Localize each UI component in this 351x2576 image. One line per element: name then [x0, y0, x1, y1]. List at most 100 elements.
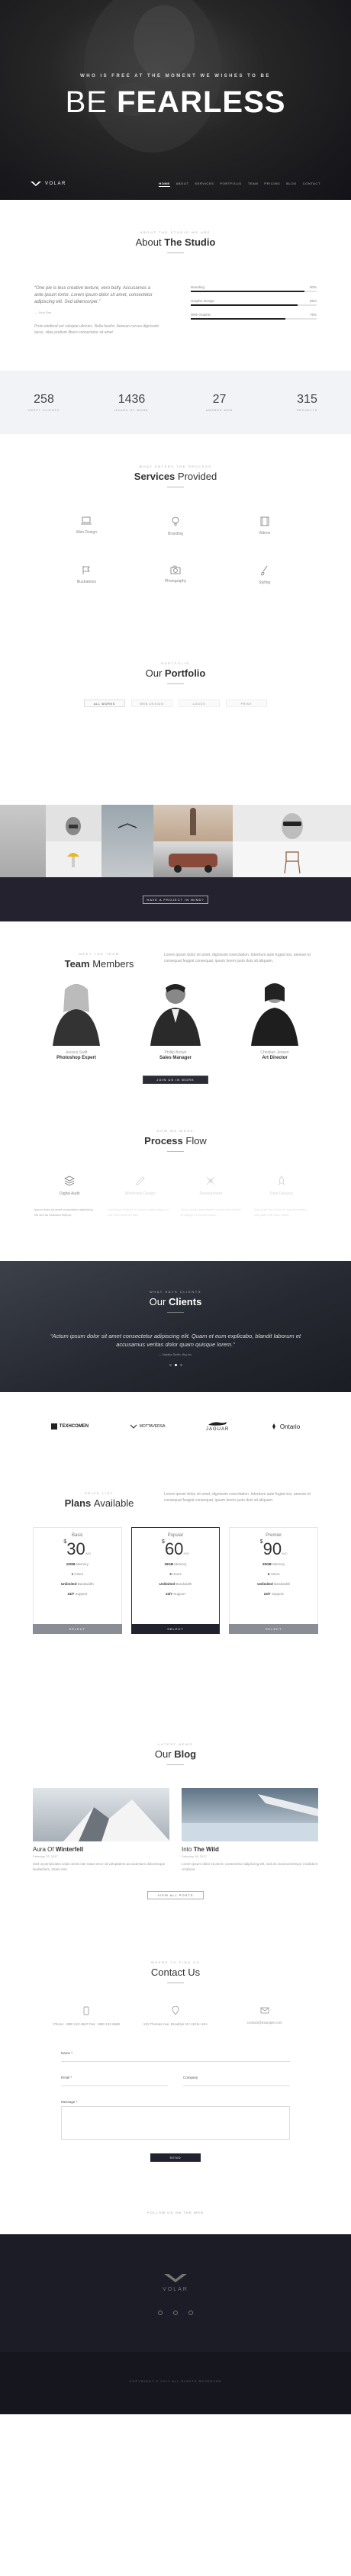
process-title: Process Flow	[144, 1135, 207, 1146]
nav-item-blog[interactable]: BLOG	[286, 182, 297, 187]
filter-print[interactable]: PRINT	[226, 699, 267, 707]
project-cta-button[interactable]: HAVE A PROJECT IN MIND?	[143, 896, 208, 904]
send-button[interactable]: SEND	[150, 2153, 201, 2162]
pagination-dot[interactable]	[169, 1364, 172, 1366]
testimonial-pagination	[0, 1364, 351, 1366]
skill-bar: Branding 90%	[191, 285, 317, 292]
portfolio-item[interactable]	[233, 841, 351, 877]
nav-item-about[interactable]: ABOUT	[176, 182, 189, 187]
process-step[interactable]: Digital Audit	[34, 1175, 105, 1196]
avatar	[251, 983, 298, 1046]
blog-section: LATEST NEWS Our Blog Aura Of Winterfell …	[0, 1708, 351, 1926]
copyright-text: COPYRIGHT © 2017 ALL RIGHTS RESERVED	[129, 2379, 222, 2383]
service-photography[interactable]: Photography	[131, 565, 221, 585]
pagination-dot[interactable]	[179, 1364, 182, 1366]
pencil-icon	[136, 1176, 145, 1185]
nav-item-team[interactable]: TEAM	[248, 182, 259, 187]
message-field[interactable]: Message *	[61, 2100, 290, 2140]
phone-icon	[83, 2006, 89, 2015]
flag-icon	[82, 566, 91, 574]
stat-counter: 27 AWARDS WON	[205, 393, 233, 412]
team-member-card[interactable]: Jessica Swift Photoshop Expert	[42, 977, 111, 1060]
blog-post-card[interactable]: Into The Wild February 18, 2017 Lorem ip…	[182, 1788, 327, 1872]
hero-headline: BE FEARLESS	[65, 85, 286, 119]
name-field[interactable]: Name *	[61, 2051, 290, 2062]
blog-post-image[interactable]	[182, 1788, 327, 1841]
portfolio-item[interactable]	[101, 805, 153, 877]
blog-post-title[interactable]: Into The Wild	[182, 1846, 318, 1853]
clients-kicker: WHAT SAYS CLIENTS	[149, 1290, 202, 1294]
brush-icon	[260, 565, 267, 576]
filter-all-works[interactable]: ALL WORKS	[84, 699, 125, 707]
portfolio-item[interactable]	[153, 805, 233, 841]
process-step-text: Ipsum dolor sit amet consectetur adipisc…	[34, 1208, 93, 1217]
site-logo[interactable]: VOLAR	[31, 181, 66, 187]
title-divider	[167, 1151, 184, 1152]
process-step[interactable]: Wireframe Design	[105, 1175, 176, 1196]
pagination-dot-active[interactable]	[174, 1364, 177, 1366]
layers-icon	[64, 1175, 76, 1186]
filter-logos[interactable]: LOGOS	[179, 699, 220, 707]
facebook-icon[interactable]	[158, 2311, 163, 2315]
portfolio-item[interactable]	[46, 841, 101, 877]
twitter-icon[interactable]	[173, 2311, 178, 2315]
service-branding[interactable]: Branding	[131, 516, 221, 536]
join-team-button[interactable]: JOIN US IN WORK	[143, 1076, 208, 1084]
nav-item-portfolio[interactable]: PORTFOLIO	[220, 182, 241, 187]
select-plan-button[interactable]: SELECT	[130, 1624, 221, 1634]
instagram-icon[interactable]	[188, 2311, 193, 2315]
team-member-card[interactable]: Christian Jensen Art Director	[240, 977, 309, 1060]
portfolio-item[interactable]	[153, 841, 233, 877]
contact-kicker: WHERE TO FIND US	[150, 1960, 201, 1964]
service-illustrations[interactable]: Illustrations	[42, 565, 131, 585]
team-member-card[interactable]: Phillip Brown Sales Manager	[141, 977, 210, 1060]
process-section: HOW WE WORK Process Flow Digital Audit W…	[0, 1106, 351, 1261]
client-logo[interactable]: Ontario	[270, 1423, 300, 1430]
blog-post-date: February 22, 2017	[33, 1854, 58, 1858]
contact-form: Name * Email * Company Message * SEND	[61, 2051, 290, 2162]
blog-post-card[interactable]: Aura Of Winterfell February 22, 2017 Sed…	[33, 1788, 170, 1872]
service-styling[interactable]: Styling	[220, 565, 309, 585]
contact-info-email: contact@example.com	[220, 2006, 309, 2027]
portfolio-item[interactable]	[233, 805, 351, 841]
nav-item-contact[interactable]: CONTACT	[303, 182, 320, 187]
select-plan-button[interactable]: SELECT	[33, 1624, 122, 1634]
testimonial-quote: “Actum ipsum dolor sit amet consectetur …	[50, 1333, 301, 1348]
email-field[interactable]: Email *	[61, 2076, 168, 2086]
service-videos[interactable]: Videos	[220, 516, 309, 536]
client-logo[interactable]: MOTTAVERSA	[130, 1423, 165, 1430]
process-step-text: Duis aute irure dolor in reprehenderit i…	[254, 1208, 308, 1217]
rocket-icon	[278, 1175, 285, 1186]
footer-logo[interactable]: VOLAR	[0, 2272, 351, 2292]
services-kicker: WHAT ENTERS THE PROCESS	[139, 465, 212, 468]
filter-web-design[interactable]: WEB DESIGN	[131, 699, 172, 707]
process-step[interactable]: Final Delivery	[246, 1175, 317, 1196]
client-logo[interactable]: TEXHCOMEN	[50, 1423, 89, 1430]
portfolio-title: Our Portfolio	[145, 667, 206, 679]
nav-item-pricing[interactable]: PRICING	[264, 182, 280, 187]
follow-us-text: FOLLOW US ON THE WEB	[147, 2211, 204, 2214]
plans-section: PRICE LIST Plans Available Lorem ipsum d…	[0, 1461, 351, 1708]
process-step[interactable]: Development	[176, 1175, 246, 1196]
process-step-text: Incididunt ut labore et dolore magna ali…	[108, 1208, 169, 1217]
view-all-posts-button[interactable]: VIEW ALL POSTS	[147, 1891, 204, 1899]
company-field[interactable]: Company	[183, 2076, 290, 2086]
client-logo[interactable]: JAGUAR	[206, 1421, 229, 1432]
blog-post-title[interactable]: Aura Of Winterfell	[33, 1846, 169, 1853]
about-title: About The Studio	[135, 236, 216, 248]
portfolio-item[interactable]	[0, 805, 46, 877]
nav-item-services[interactable]: SERVICES	[195, 182, 214, 187]
select-plan-button[interactable]: SELECT	[229, 1624, 319, 1634]
blog-post-image[interactable]	[33, 1788, 170, 1841]
about-paragraph: Proin eleifend est volutpat ultricies. N…	[34, 324, 159, 335]
footer-bottom-bar: COPYRIGHT © 2017 ALL RIGHTS RESERVED	[0, 2352, 351, 2414]
portfolio-item[interactable]	[46, 805, 101, 841]
service-web-design[interactable]: Web Design	[42, 516, 131, 536]
wing-logo-icon	[164, 2274, 187, 2282]
lightbulb-icon	[172, 516, 179, 526]
crest-logo-icon	[130, 1424, 137, 1429]
square-logo-icon	[50, 1423, 57, 1430]
nav-item-home[interactable]: HOME	[159, 182, 170, 187]
contact-info-phone: Phone: +880 123 4567 Fax: +880 123 4568	[42, 2006, 131, 2027]
title-divider	[167, 252, 184, 253]
